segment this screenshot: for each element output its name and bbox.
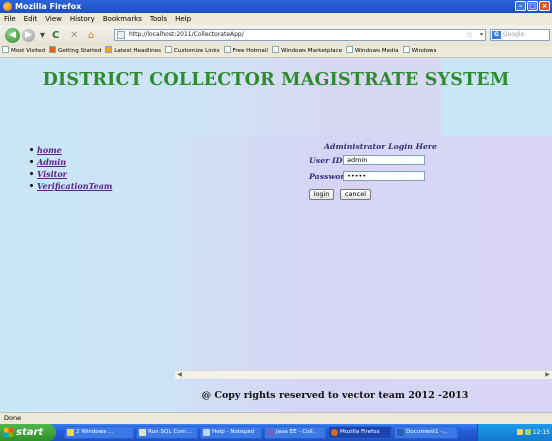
taskbar-item-sql[interactable]: Run SQL Com... [136,426,198,439]
tray-icon[interactable] [516,429,523,435]
login-button[interactable]: login [309,189,334,200]
page-title: DISTRICT COLLECTOR MAGISTRATE SYSTEM [42,70,510,90]
bookmark-free-hotmail[interactable]: Free Hotmail [222,46,270,57]
reload-icon[interactable]: C [52,29,59,42]
bullet-icon [30,148,33,151]
page-icon [165,46,172,53]
bookmark-customize-links[interactable]: Customize Links [163,46,222,57]
admin-link[interactable]: Admin [37,157,66,167]
taskbar: start 2 Windows ... Run SQL Com... Help … [0,424,552,441]
home-icon[interactable]: ⌂ [88,29,94,42]
close-button[interactable]: × [539,1,550,11]
bullet-icon [30,160,33,163]
status-bar: Done [0,412,552,424]
horizontal-scrollbar[interactable]: ◀ ▶ [175,370,552,379]
cancel-button[interactable]: cancel [340,189,371,200]
menu-view[interactable]: View [41,13,66,25]
clock: 12:15 [532,429,550,436]
bookmark-icon [2,46,9,53]
password-input[interactable] [343,171,425,181]
google-icon: G [492,31,501,39]
page-icon [117,31,125,39]
menu-bookmarks[interactable]: Bookmarks [99,13,146,25]
userid-label: User ID [309,156,343,165]
firefox-icon [3,2,12,11]
start-label: start [16,427,44,438]
bookmark-latest-headlines[interactable]: Latest Headlines [103,46,163,57]
nav-item-home: home [30,144,112,156]
login-title: Administrator Login Here [324,142,437,151]
visitor-link[interactable]: Visitor [37,169,67,179]
page-content: DISTRICT COLLECTOR MAGISTRATE SYSTEM hom… [0,58,552,412]
taskbar-item-windows-explorer[interactable]: 2 Windows ... [64,426,134,439]
menu-history[interactable]: History [66,13,99,25]
windows-logo-icon [4,428,13,437]
scroll-left-icon[interactable]: ◀ [175,371,184,379]
minimize-button[interactable]: – [515,1,526,11]
notepad-icon [203,429,210,436]
taskbar-item-eclipse[interactable]: Java EE - Coll... [264,426,326,439]
bookmark-windows[interactable]: Windows [401,46,439,57]
menu-bar: File Edit View History Bookmarks Tools Help [0,13,552,25]
bookmark-getting-started[interactable]: Getting Started [47,46,103,57]
bullet-icon [30,184,33,187]
window-title-bar: Mozilla Firefox – □ × [0,0,552,13]
scroll-right-icon[interactable]: ▶ [543,371,552,379]
address-url: http://localhost:2011/CollectorateApp/ [129,31,244,38]
menu-help[interactable]: Help [171,13,195,25]
status-text: Done [4,414,22,422]
folder-icon [67,429,74,436]
address-bar[interactable]: http://localhost:2011/CollectorateApp/ ☆… [114,29,486,41]
forward-button[interactable]: ▶ [22,29,35,42]
page-footer: @ Copy rights reserved to vector team 20… [201,390,469,401]
nav-item-admin: Admin [30,156,112,168]
word-icon [397,429,404,436]
home-link[interactable]: home [37,145,62,155]
system-tray: 12:15 [477,424,552,441]
navigation-toolbar: ◀ ▶ ▾ C ✕ ⌂ http://localhost:2011/Collec… [0,25,552,46]
search-placeholder: Google [503,31,525,38]
rss-icon [105,46,113,53]
search-box[interactable]: G Google [490,29,550,41]
page-icon [402,46,410,53]
side-navigation: home Admin Visitor VerificationTeam [30,144,112,192]
bullet-icon [30,172,33,175]
nav-item-verification-team: VerificationTeam [30,180,112,192]
taskbar-item-word[interactable]: Document1 -... [394,426,458,439]
url-dropdown-icon[interactable]: ▾ [480,30,483,40]
bookmark-windows-media[interactable]: Windows Media [344,46,401,57]
menu-file[interactable]: File [0,13,20,25]
menu-tools[interactable]: Tools [146,13,171,25]
taskbar-item-firefox[interactable]: Mozilla Firefox [328,426,392,439]
maximize-button[interactable]: □ [527,1,538,11]
bookmark-star-icon[interactable]: ☆ [466,30,473,40]
firefox-bookmark-icon [49,46,57,53]
stop-icon[interactable]: ✕ [70,29,78,42]
start-button[interactable]: start [0,424,56,441]
taskbar-item-notepad[interactable]: Help - Notepad [200,426,262,439]
page-icon [271,46,279,53]
dropdown-arrow-icon[interactable]: ▾ [40,29,45,42]
window-title: Mozilla Firefox [15,2,82,11]
nav-item-visitor: Visitor [30,168,112,180]
network-icon[interactable] [524,429,531,435]
bookmark-most-visited[interactable]: Most Visited [0,46,47,57]
page-icon [346,46,354,53]
eclipse-icon [267,429,274,436]
bookmarks-toolbar: Most Visited Getting Started Latest Headli… [0,46,552,58]
sql-icon [139,429,146,436]
bookmark-windows-marketplace[interactable]: Windows Marketplace [270,46,344,57]
menu-edit[interactable]: Edit [20,13,42,25]
userid-input[interactable] [343,155,425,165]
back-button[interactable]: ◀ [5,28,20,43]
firefox-icon [331,429,338,436]
verification-team-link[interactable]: VerificationTeam [37,181,112,191]
page-icon [223,46,231,53]
